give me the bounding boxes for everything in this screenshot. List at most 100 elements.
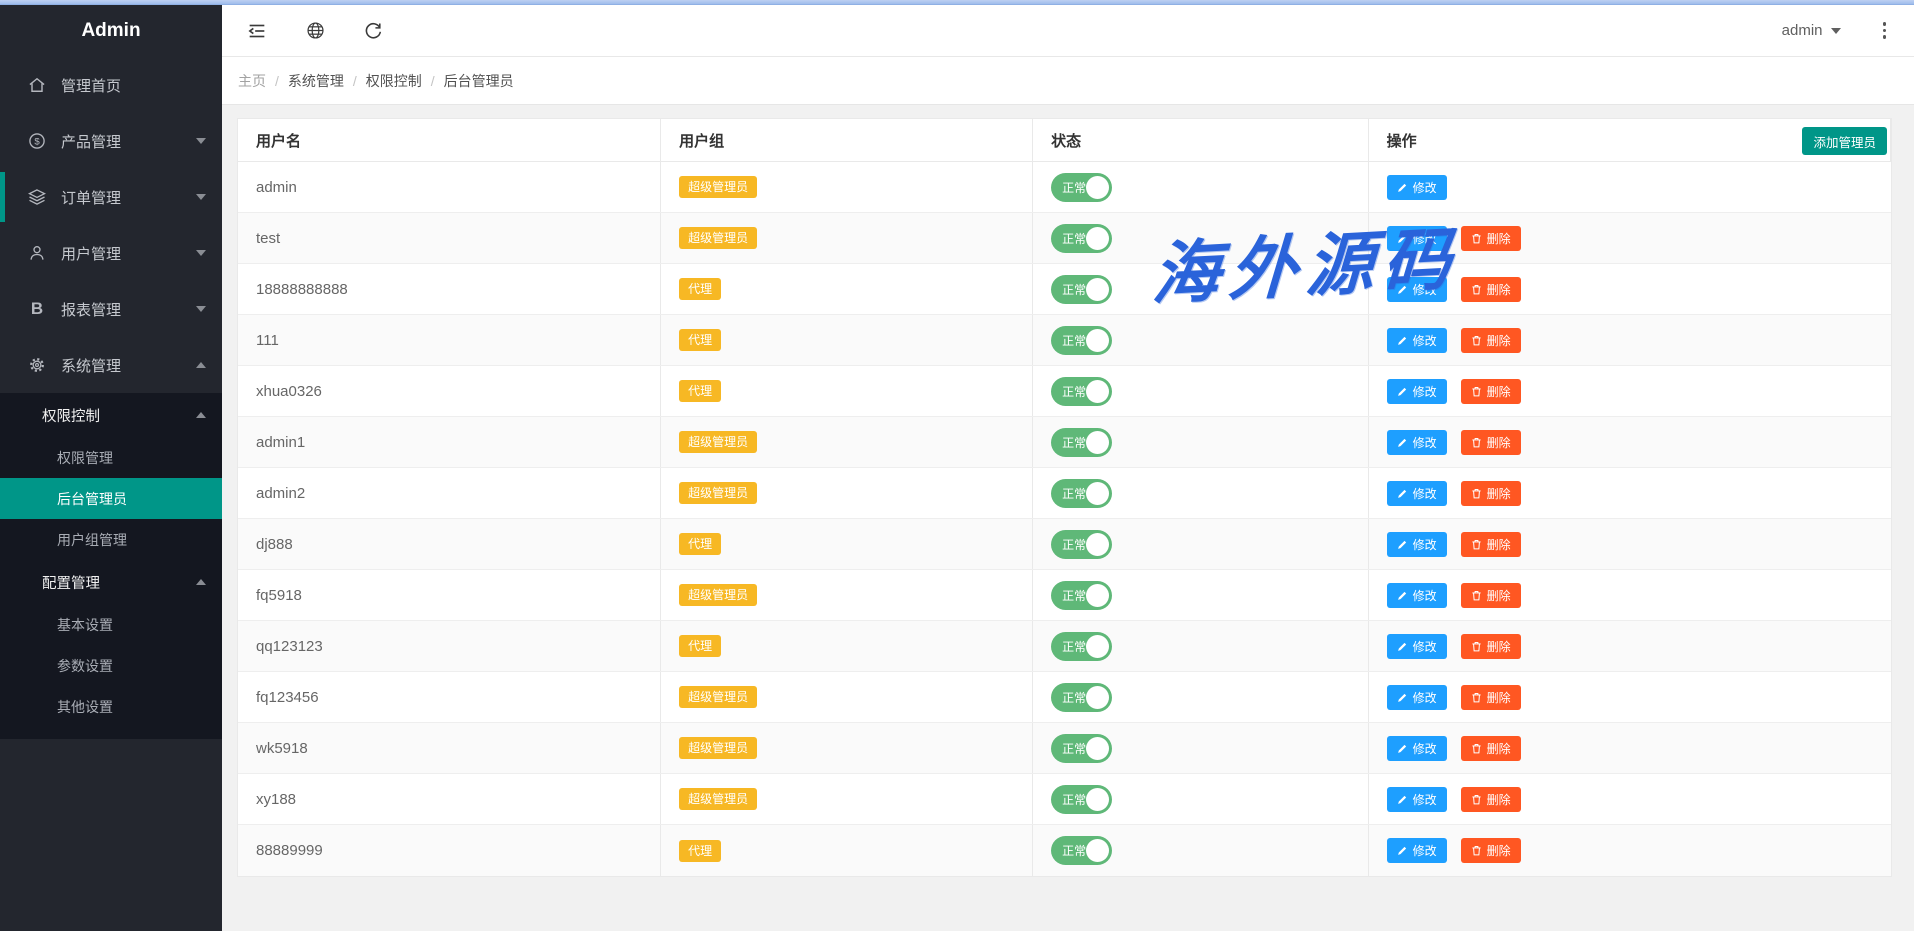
delete-button[interactable]: 删除 <box>1461 685 1521 710</box>
sidebar-item-products[interactable]: $ 产品管理 <box>0 113 222 169</box>
cell-status: 正常 <box>1033 366 1369 416</box>
status-toggle[interactable]: 正常 <box>1051 224 1112 253</box>
status-toggle[interactable]: 正常 <box>1051 377 1112 406</box>
usergroup-badge: 代理 <box>679 380 721 402</box>
breadcrumb-item: 后台管理员 <box>444 71 514 91</box>
status-toggle[interactable]: 正常 <box>1051 275 1112 304</box>
cell-actions: 修改 删除 <box>1369 774 1891 824</box>
cell-actions: 修改 <box>1369 162 1891 212</box>
sidebar-item-basic-settings[interactable]: 基本设置 <box>0 604 222 645</box>
cell-actions: 修改 删除 <box>1369 723 1891 773</box>
table-row: test超级管理员正常修改删除 <box>238 213 1891 264</box>
edit-button-label: 修改 <box>1413 791 1437 808</box>
toggle-knob <box>1086 533 1109 556</box>
cell-usergroup: 超级管理员 <box>661 213 1033 263</box>
cell-username: fq123456 <box>238 672 661 722</box>
delete-button[interactable]: 删除 <box>1461 532 1521 557</box>
edit-button[interactable]: 修改 <box>1387 838 1447 863</box>
table-row: dj888代理正常修改删除 <box>238 519 1891 570</box>
cell-usergroup: 代理 <box>661 264 1033 314</box>
edit-button[interactable]: 修改 <box>1387 634 1447 659</box>
edit-button-label: 修改 <box>1413 740 1437 757</box>
sidebar-item-users[interactable]: 用户管理 <box>0 225 222 281</box>
edit-button[interactable]: 修改 <box>1387 277 1447 302</box>
cell-username: 88889999 <box>238 825 661 876</box>
status-toggle[interactable]: 正常 <box>1051 173 1112 202</box>
status-toggle[interactable]: 正常 <box>1051 683 1112 712</box>
edit-button[interactable]: 修改 <box>1387 226 1447 251</box>
delete-button[interactable]: 删除 <box>1461 328 1521 353</box>
status-toggle[interactable]: 正常 <box>1051 581 1112 610</box>
edit-button[interactable]: 修改 <box>1387 685 1447 710</box>
sidebar-item-backend-admins[interactable]: 后台管理员 <box>0 478 222 519</box>
delete-button[interactable]: 删除 <box>1461 838 1521 863</box>
status-toggle[interactable]: 正常 <box>1051 479 1112 508</box>
delete-button[interactable]: 删除 <box>1461 736 1521 761</box>
edit-button[interactable]: 修改 <box>1387 430 1447 455</box>
edit-button[interactable]: 修改 <box>1387 736 1447 761</box>
delete-button[interactable]: 删除 <box>1461 481 1521 506</box>
status-toggle[interactable]: 正常 <box>1051 530 1112 559</box>
sidebar-collapse-icon[interactable] <box>246 20 268 42</box>
delete-button[interactable]: 删除 <box>1461 634 1521 659</box>
sidebar-item-label: 基本设置 <box>57 615 113 635</box>
delete-button[interactable]: 删除 <box>1461 787 1521 812</box>
add-admin-button[interactable]: 添加管理员 <box>1802 127 1887 155</box>
table-row: 111代理正常修改删除 <box>238 315 1891 366</box>
username-text: fq5918 <box>256 587 302 604</box>
cell-username: wk5918 <box>238 723 661 773</box>
edit-button[interactable]: 修改 <box>1387 787 1447 812</box>
sidebar-item-orders[interactable]: 订单管理 <box>0 169 222 225</box>
sidebar-item-label: 订单管理 <box>61 187 121 208</box>
breadcrumb-home-link[interactable]: 主页 <box>238 71 266 91</box>
sidebar-item-config-mgmt[interactable]: 配置管理 <box>0 560 222 604</box>
sidebar-item-label: 参数设置 <box>57 656 113 676</box>
sidebar-item-system[interactable]: 系统管理 <box>0 337 222 393</box>
cell-username: xy188 <box>238 774 661 824</box>
username-text: fq123456 <box>256 689 319 706</box>
edit-button[interactable]: 修改 <box>1387 175 1447 200</box>
refresh-icon[interactable] <box>362 20 384 42</box>
toggle-knob <box>1086 329 1109 352</box>
toggle-knob <box>1086 737 1109 760</box>
delete-button[interactable]: 删除 <box>1461 430 1521 455</box>
status-toggle[interactable]: 正常 <box>1051 326 1112 355</box>
sidebar-item-permission-control[interactable]: 权限控制 <box>0 393 222 437</box>
sidebar-item-other-settings[interactable]: 其他设置 <box>0 686 222 727</box>
status-toggle[interactable]: 正常 <box>1051 836 1112 865</box>
sidebar-item-reports[interactable]: B 报表管理 <box>0 281 222 337</box>
delete-button[interactable]: 删除 <box>1461 379 1521 404</box>
sidebar-item-param-settings[interactable]: 参数设置 <box>0 645 222 686</box>
delete-button-label: 删除 <box>1487 638 1511 655</box>
sidebar-item-label: 权限管理 <box>57 448 113 468</box>
delete-button[interactable]: 删除 <box>1461 226 1521 251</box>
topbar: admin <box>222 5 1914 57</box>
user-dropdown[interactable]: admin <box>1782 22 1841 39</box>
sidebar-item-permission-mgmt[interactable]: 权限管理 <box>0 437 222 478</box>
cell-status: 正常 <box>1033 621 1369 671</box>
sidebar-section-label: 权限控制 <box>42 405 100 426</box>
edit-button[interactable]: 修改 <box>1387 328 1447 353</box>
status-toggle[interactable]: 正常 <box>1051 632 1112 661</box>
sidebar-item-usergroup-mgmt[interactable]: 用户组管理 <box>0 519 222 560</box>
status-toggle[interactable]: 正常 <box>1051 428 1112 457</box>
delete-button[interactable]: 删除 <box>1461 583 1521 608</box>
edit-button[interactable]: 修改 <box>1387 481 1447 506</box>
kebab-menu-icon[interactable] <box>1877 18 1893 43</box>
status-toggle[interactable]: 正常 <box>1051 734 1112 763</box>
edit-button[interactable]: 修改 <box>1387 583 1447 608</box>
edit-button-label: 修改 <box>1413 638 1437 655</box>
username-text: admin <box>256 179 297 196</box>
delete-button[interactable]: 删除 <box>1461 277 1521 302</box>
edit-button[interactable]: 修改 <box>1387 532 1447 557</box>
status-toggle[interactable]: 正常 <box>1051 785 1112 814</box>
cell-username: 18888888888 <box>238 264 661 314</box>
usergroup-badge: 超级管理员 <box>679 584 757 606</box>
sidebar-item-label: 管理首页 <box>61 75 121 96</box>
cell-actions: 修改删除 <box>1369 366 1891 416</box>
username-text: qq123123 <box>256 638 323 655</box>
edit-button[interactable]: 修改 <box>1387 379 1447 404</box>
sidebar-item-home[interactable]: 管理首页 <box>0 57 222 113</box>
globe-icon[interactable] <box>304 20 326 42</box>
usergroup-badge: 超级管理员 <box>679 788 757 810</box>
